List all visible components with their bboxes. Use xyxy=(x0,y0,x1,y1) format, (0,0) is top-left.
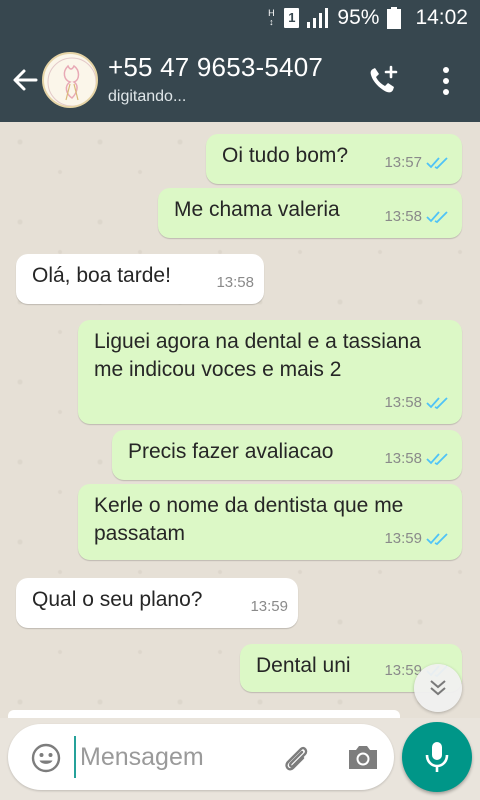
contact-name[interactable]: +55 47 9653-5407 xyxy=(108,52,323,83)
message-text: Precis fazer avaliacao xyxy=(128,440,334,463)
double-chevron-down-icon xyxy=(430,680,446,696)
message-bubble-outgoing[interactable]: Me chama valeria 13:58 xyxy=(158,188,462,238)
camera-icon[interactable] xyxy=(346,742,380,772)
voice-record-button[interactable] xyxy=(402,722,472,792)
message-bubble-outgoing[interactable]: Liguei agora na dental e a tassiana me i… xyxy=(78,320,462,424)
message-time: 13:58 xyxy=(384,445,450,473)
message-text: Me chama valeria xyxy=(174,198,340,221)
message-bubble-outgoing[interactable]: Kerle o nome da dentista que me passatam… xyxy=(78,484,462,560)
message-time: 13:58 xyxy=(384,203,450,231)
back-arrow-icon[interactable] xyxy=(10,62,40,98)
message-text: Qual o seu plano? xyxy=(32,588,203,611)
clock: 14:02 xyxy=(415,6,468,29)
attach-icon[interactable] xyxy=(280,742,312,774)
message-time: 13:59 xyxy=(384,525,450,553)
message-time: 13:57 xyxy=(384,149,450,177)
message-time: 13:58 xyxy=(384,389,450,417)
message-text: Liguei agora na dental e a tassiana me i… xyxy=(94,330,421,381)
more-vert-icon[interactable] xyxy=(434,64,458,98)
sim-icon: 1 xyxy=(284,8,300,28)
message-bubble-incoming[interactable]: Qual o seu plano? 13:59 xyxy=(16,578,298,628)
message-bubble-outgoing[interactable]: Precis fazer avaliacao 13:58 xyxy=(112,430,462,480)
message-text: Dental uni xyxy=(256,654,351,677)
message-time: 13:59 xyxy=(250,598,288,615)
message-text: Kerle o nome da dentista que me passatam xyxy=(94,494,404,545)
battery-percent: 95% xyxy=(337,6,380,29)
message-text: Olá, boa tarde! xyxy=(32,264,171,287)
message-text: Oi tudo bom? xyxy=(222,144,349,167)
battery-icon xyxy=(387,7,402,29)
add-call-icon[interactable] xyxy=(366,64,400,98)
network-type-icon: H ↕ xyxy=(268,8,275,27)
status-bar: H ↕ 1 95% 14:02 xyxy=(0,0,480,38)
microphone-icon xyxy=(425,742,449,772)
typing-status: digitando... xyxy=(108,88,187,105)
chat-header: +55 47 9653-5407 digitando... xyxy=(0,38,480,122)
avatar-logo-icon xyxy=(47,57,96,106)
next-message-peek xyxy=(8,710,400,718)
message-bubble-incoming[interactable]: Olá, boa tarde! 13:58 xyxy=(16,254,264,304)
message-list[interactable]: Oi tudo bom? 13:57 Me chama valeria 13:5… xyxy=(0,122,480,718)
read-ticks-icon xyxy=(426,211,448,224)
read-ticks-icon xyxy=(426,157,448,170)
message-bubble-outgoing[interactable]: Oi tudo bom? 13:57 xyxy=(206,134,462,184)
read-ticks-icon xyxy=(426,533,448,546)
message-time: 13:58 xyxy=(216,274,254,291)
read-ticks-icon xyxy=(426,453,448,466)
avatar[interactable] xyxy=(42,52,98,108)
message-input-container xyxy=(8,724,394,790)
scroll-to-bottom-button[interactable] xyxy=(414,664,462,712)
composer xyxy=(0,718,480,800)
read-ticks-icon xyxy=(426,397,448,410)
signal-icon xyxy=(307,8,329,28)
message-input[interactable] xyxy=(74,736,264,778)
emoji-icon[interactable] xyxy=(30,742,62,774)
